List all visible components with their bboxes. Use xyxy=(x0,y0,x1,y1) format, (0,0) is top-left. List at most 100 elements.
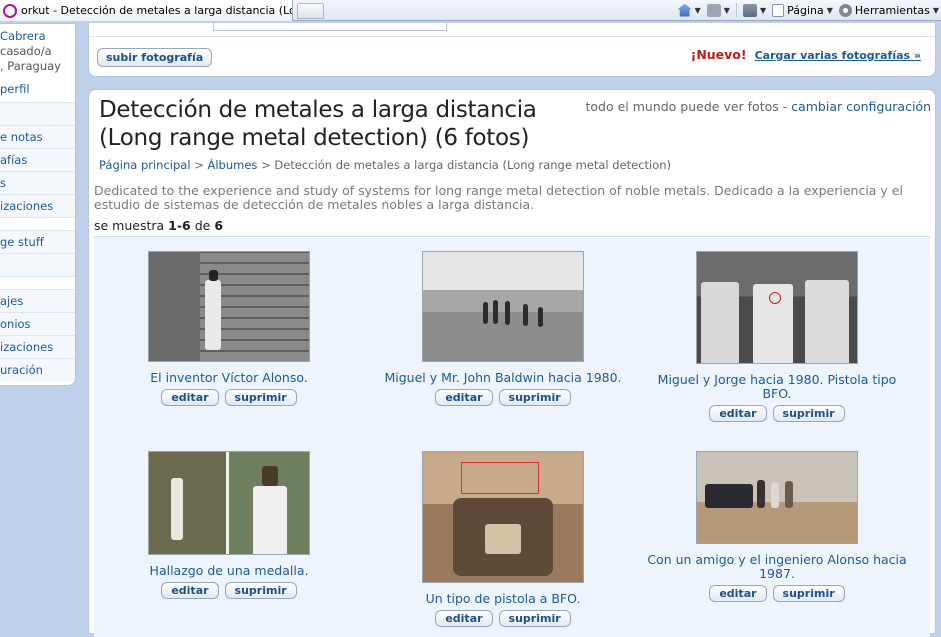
person-figure xyxy=(171,478,183,540)
delete-button[interactable]: suprimir xyxy=(224,389,297,406)
printer-icon xyxy=(742,3,757,17)
breadcrumb-home-link[interactable]: Página principal xyxy=(99,158,191,172)
person-figure xyxy=(757,480,765,508)
photo-caption[interactable]: Miguel y Jorge hacia 1980. Pistola tipo … xyxy=(642,373,912,401)
privacy-text: todo el mundo puede ver fotos - xyxy=(585,99,792,114)
print-button[interactable]: ▼ xyxy=(742,3,766,17)
photo-caption[interactable]: Miguel y Mr. John Baldwin hacia 1980. xyxy=(368,371,638,385)
change-settings-link[interactable]: cambiar configuración xyxy=(791,99,931,114)
profile-location: , Paraguay xyxy=(0,59,61,73)
photo-thumbnail[interactable] xyxy=(422,251,584,362)
profile-status: casado/a xyxy=(0,44,52,58)
person-head xyxy=(209,270,218,281)
sidebar-item[interactable] xyxy=(0,102,75,125)
page-menu[interactable]: Página ▼ xyxy=(772,3,833,17)
sidebar-item-notes[interactable]: e notas xyxy=(0,125,75,148)
feed-icon xyxy=(706,3,721,17)
person-figure xyxy=(205,280,221,350)
sidebar-divider xyxy=(0,217,75,230)
photo-thumbnail[interactable] xyxy=(422,451,584,583)
edit-button[interactable]: editar xyxy=(161,389,219,406)
upload-photo-button[interactable]: subir fotografía xyxy=(97,48,213,67)
person-figure xyxy=(483,302,488,324)
person-figure xyxy=(253,486,287,554)
sidebar-item[interactable]: s xyxy=(0,171,75,194)
edit-button[interactable]: editar xyxy=(435,610,493,627)
sidebar-item-updates[interactable]: izaciones xyxy=(0,194,75,217)
edit-profile-link[interactable]: perfil xyxy=(0,74,75,96)
photo-card: El inventor Víctor Alonso. editar suprimi… xyxy=(94,237,364,427)
photo-thumbnail[interactable] xyxy=(148,451,310,555)
count-range: 1-6 xyxy=(168,218,191,233)
photo-count: se muestra 1-6 de 6 xyxy=(94,218,223,233)
photo-card: Un tipo de pistola a BFO. editar suprimir xyxy=(368,437,638,627)
sidebar-group-settings: ajes onios izaciones uración xyxy=(0,289,75,381)
divider xyxy=(89,36,935,37)
profile-name-link[interactable]: Cabrera xyxy=(0,29,75,44)
photo-caption[interactable]: Con un amigo y el ingeniero Alonso hacia… xyxy=(642,553,912,581)
edit-button[interactable]: editar xyxy=(709,585,767,602)
feeds-button[interactable]: ▼ xyxy=(706,3,730,17)
person-head xyxy=(262,466,278,486)
photo-grid: El inventor Víctor Alonso. editar suprimi… xyxy=(94,236,930,637)
breadcrumb-current: Detección de metales a larga distancia (… xyxy=(274,158,672,172)
edit-button[interactable]: editar xyxy=(709,405,767,422)
chevron-down-icon: ▼ xyxy=(826,5,833,15)
person-figure xyxy=(538,307,543,327)
photo-actions: editar suprimir xyxy=(368,610,638,627)
person-figure xyxy=(771,482,779,508)
person-figure xyxy=(505,301,510,325)
photo-thumbnail[interactable] xyxy=(696,251,858,364)
photo-actions: editar suprimir xyxy=(94,582,364,599)
sidebar-divider xyxy=(0,276,75,289)
count-prefix: se muestra xyxy=(94,218,169,233)
sidebar-group-main: e notas afías s izaciones xyxy=(0,102,75,217)
breadcrumb-separator: > xyxy=(261,158,271,172)
sidebar-item-updates-settings[interactable]: izaciones xyxy=(0,335,75,358)
delete-button[interactable]: suprimir xyxy=(772,405,845,422)
count-total: 6 xyxy=(214,218,224,233)
photo-caption[interactable]: Hallazgo de una medalla. xyxy=(94,564,364,578)
browser-tab-active[interactable]: orkut - Detección de metales a larga dis… xyxy=(0,0,293,21)
edit-button[interactable]: editar xyxy=(161,582,219,599)
home-button[interactable]: ▼ xyxy=(677,3,701,17)
breadcrumb-separator: > xyxy=(194,158,204,172)
search-field-edge xyxy=(213,23,447,31)
edit-button[interactable]: editar xyxy=(435,389,493,406)
chevron-down-icon: ▼ xyxy=(723,5,730,15)
tab-title: orkut - Detección de metales a larga dis… xyxy=(21,4,292,17)
sidebar-item[interactable] xyxy=(0,253,75,276)
tools-menu-label: Herramientas xyxy=(854,3,930,17)
person-figure xyxy=(701,282,739,363)
orkut-icon xyxy=(3,3,17,18)
new-badge: ¡Nuevo! xyxy=(690,47,747,62)
photo-caption[interactable]: El inventor Víctor Alonso. xyxy=(94,371,364,385)
new-tab-button[interactable] xyxy=(297,3,324,19)
photo-caption[interactable]: Un tipo de pistola a BFO. xyxy=(368,592,638,606)
sidebar-item-testimonials[interactable]: onios xyxy=(0,312,75,335)
person-figure xyxy=(785,481,793,508)
delete-button[interactable]: suprimir xyxy=(498,610,571,627)
tools-menu[interactable]: Herramientas ▼ xyxy=(838,3,939,17)
sidebar-group-apps: ge stuff xyxy=(0,230,75,276)
photo-thumbnail[interactable] xyxy=(148,251,310,362)
page-menu-label: Página xyxy=(787,3,824,17)
delete-button[interactable]: suprimir xyxy=(498,389,571,406)
photo-card: Hallazgo de una medalla. editar suprimir xyxy=(94,437,364,627)
sidebar-item-photos[interactable]: afías xyxy=(0,148,75,171)
new-feature-notice: ¡Nuevo! Cargar varias fotografías » xyxy=(691,47,921,62)
photo-thumbnail[interactable] xyxy=(696,451,858,544)
delete-button[interactable]: suprimir xyxy=(224,582,297,599)
breadcrumb-albums-link[interactable]: Álbumes xyxy=(207,158,257,172)
upload-multiple-link[interactable]: Cargar varias fotografías » xyxy=(755,49,921,62)
annotation-box xyxy=(461,462,539,494)
photo-card: Miguel y Mr. John Baldwin hacia 1980. ed… xyxy=(368,237,638,427)
profile-summary: Cabrera casado/a , Paraguay xyxy=(0,24,75,74)
photo-card: Miguel y Jorge hacia 1980. Pistola tipo … xyxy=(642,237,912,427)
gear-icon xyxy=(838,3,852,17)
delete-button[interactable]: suprimir xyxy=(772,585,845,602)
sidebar-item-messages[interactable]: ajes xyxy=(0,289,75,312)
sidebar-item-app[interactable]: ge stuff xyxy=(0,230,75,253)
sidebar-item-configuration[interactable]: uración xyxy=(0,358,75,381)
browser-toolbar: ▼ ▼ ▼ Página ▼ Herramientas ▼ xyxy=(677,0,939,20)
